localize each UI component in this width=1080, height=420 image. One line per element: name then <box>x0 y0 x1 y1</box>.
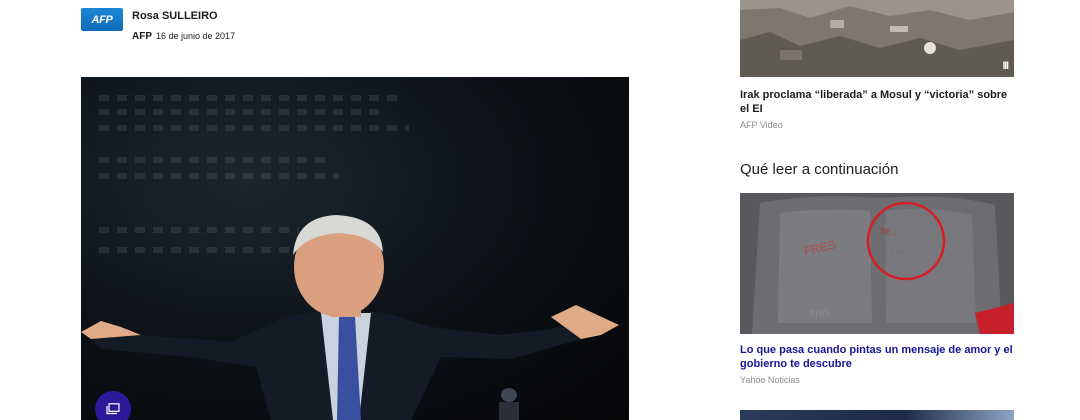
video-thumbnail[interactable]: lll <box>740 0 1014 77</box>
publish-date: 16 de junio de 2017 <box>156 31 236 41</box>
following-article-thumbnail[interactable] <box>740 410 1014 420</box>
source-date-line: AFP 16 de junio de 2017 <box>132 31 235 42</box>
section-heading: Qué leer a continuación <box>740 161 899 178</box>
gallery-icon <box>106 403 120 415</box>
afp-logo-text: AFP <box>91 13 113 26</box>
main-article-photo[interactable] <box>81 77 629 420</box>
next-article-source: Yahoo Noticias <box>740 375 800 385</box>
next-article-thumbnail[interactable]: FRES THIS BE ... .. ... <box>740 193 1014 334</box>
video-bars-icon: lll <box>1002 61 1009 72</box>
video-card-title[interactable]: Irak proclama “liberada” a Mosul y “vict… <box>740 88 1015 116</box>
next-article-title[interactable]: Lo que pasa cuando pintas un mensaje de … <box>740 343 1015 371</box>
video-card-source: AFP Video <box>740 120 783 130</box>
source-name: AFP <box>132 31 152 42</box>
bus-seat-image: FRES THIS BE ... .. ... <box>740 193 1014 334</box>
svg-text:THIS: THIS <box>809 307 830 319</box>
gallery-button[interactable] <box>95 391 131 420</box>
author-name[interactable]: Rosa SULLEIRO <box>132 10 218 22</box>
ruins-image <box>740 0 1014 77</box>
photo-figure-illustration <box>81 215 619 420</box>
afp-logo[interactable]: AFP <box>81 8 123 31</box>
